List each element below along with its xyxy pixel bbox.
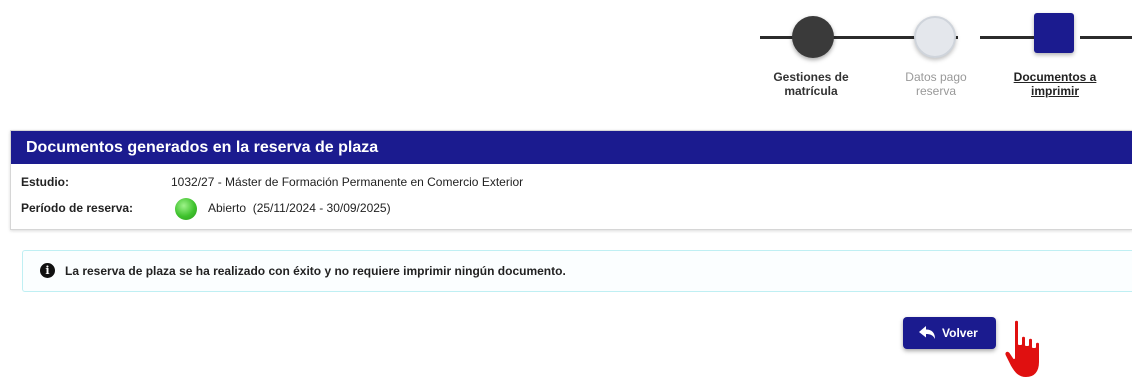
progress-stepper: Gestiones de matrícula Datos pago reserv… <box>760 8 1132 108</box>
estudio-label: Estudio: <box>21 175 69 189</box>
periodo-status-text: Abierto (25/11/2024 - 30/09/2025) <box>208 201 391 215</box>
step-label-line: Gestiones de <box>773 70 849 84</box>
step-label-line: reserva <box>915 84 956 98</box>
reservation-documents-panel: Documentos generados en la reserva de pl… <box>10 130 1132 230</box>
periodo-status: Abierto <box>208 201 247 215</box>
step-label-gestiones: Gestiones de matrícula <box>756 70 866 98</box>
step-label-line[interactable]: imprimir <box>1031 84 1079 98</box>
step-label-line[interactable]: Documentos a <box>1014 70 1097 84</box>
periodo-dates: (25/11/2024 - 30/09/2025) <box>252 201 391 215</box>
volver-button[interactable]: Volver <box>903 317 996 349</box>
estudio-value: 1032/27 - Máster de Formación Permanente… <box>171 175 524 189</box>
step-marker-gestiones <box>792 16 834 58</box>
info-circle-icon: i <box>40 263 55 278</box>
stepper-connector <box>1080 36 1132 39</box>
step-marker-datos-pago <box>914 16 956 58</box>
step-label-line: Datos pago <box>905 70 967 84</box>
status-open-icon <box>175 198 197 220</box>
periodo-label: Período de reserva: <box>21 201 134 215</box>
undo-arrow-icon <box>919 326 935 339</box>
alert-message: La reserva de plaza se ha realizado con … <box>65 264 566 278</box>
step-marker-documentos <box>1034 13 1074 53</box>
hand-pointer-cursor-icon <box>1003 318 1041 379</box>
panel-title: Documentos generados en la reserva de pl… <box>11 131 1132 164</box>
info-alert: i La reserva de plaza se ha realizado co… <box>22 250 1132 292</box>
volver-button-label: Volver <box>942 326 978 340</box>
step-label-line: matrícula <box>784 84 838 98</box>
step-label-documentos[interactable]: Documentos a imprimir <box>1000 70 1110 98</box>
step-label-datos-pago: Datos pago reserva <box>881 70 991 98</box>
